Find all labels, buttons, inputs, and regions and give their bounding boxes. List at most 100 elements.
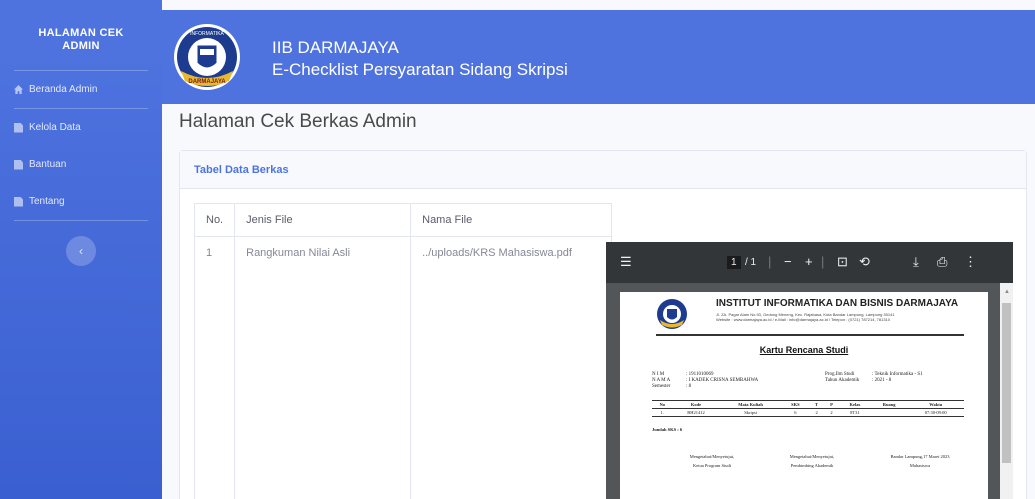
krs-col-p: P [824,400,839,409]
page-number-input[interactable]: 1 [727,256,741,269]
sidebar-item-label: Beranda Admin [29,84,98,95]
sidebar-item-beranda-admin[interactable]: Beranda Admin [0,71,162,108]
institution-logo [657,299,687,329]
sidebar: HALAMAN CEK ADMIN Beranda Admin Kelola D… [0,0,162,499]
krs-cell: 6 [781,408,809,417]
cell-no: 1 [193,236,236,499]
svg-text:INFORMATIKA: INFORMATIKA [190,31,224,37]
signature-caption: Mengetahui/Menyetujui, [689,454,735,459]
program-labels: Prog.Ilm Studi Tahun Akademik [825,372,859,384]
krs-cell: 8T31 [838,408,871,417]
pdf-toolbar: ☰ 1 / 1 | − + | ⊡ ⟲ ⤓ ⎙ ⋮ [606,242,1013,283]
krs-col-t: T [808,400,825,409]
column-header-no: No. [193,203,236,237]
krs-cell: 2 [808,408,825,417]
krs-cell: 2 [824,408,839,417]
file-icon [14,122,23,133]
semester-label: Semester [652,384,671,389]
table-row: 1 Rangkuman Nilai Asli ../uploads/KRS Ma… [193,236,613,499]
column-header-jenis-file: Jenis File [234,203,412,237]
tahun-label: Tahun Akademik [825,378,860,383]
zoom-in-icon[interactable]: + [805,254,813,269]
university-logo: INFORMATIKA DARMAJAYA [174,24,240,90]
svg-text:DARMAJAYA: DARMAJAYA [188,79,226,85]
signature-caption: Mengetahui/Menyetujui, [789,454,835,459]
sidebar-item-bantuan[interactable]: Bantuan [0,146,162,183]
topbar: INFORMATIKA DARMAJAYA IIB DARMAJAYA E-Ch… [162,10,1035,104]
app-title: IIB DARMAJAYA [272,38,399,57]
sidebar-item-label: Kelola Data [29,122,81,133]
student-values: : 1911010069 : I KADEK CRISNA SEMBAHWA :… [686,372,758,390]
institution-address: Jl. ZA. Pagar Alam No.93, Gedong Meneng,… [716,312,895,322]
sidebar-item-kelola-data[interactable]: Kelola Data [0,109,162,146]
file-icon [14,159,23,170]
pdf-page: INSTITUT INFORMATIKA DAN BISNIS DARMAJAY… [620,292,988,499]
rotate-icon[interactable]: ⟲ [859,254,870,270]
app-subtitle: E-Checklist Persyaratan Sidang Skripsi [272,60,568,79]
home-icon [14,84,23,95]
print-icon[interactable]: ⎙ [937,254,947,270]
signature-caption: Bandar Lampung,17 Maret 2023 [890,454,950,459]
signature-mahasiswa: Bandar Lampung,17 Maret 2023 Mahasiswa [872,452,968,470]
institution-contact-line: Website : www.darmajaya.ac.id / e-Mail :… [716,317,891,322]
sidebar-toggle-button[interactable]: ‹ [66,236,96,266]
krs-col-kode: Kode [672,400,720,409]
krs-table: No Kode Mata Kuliah SKS T P Kelas Ruang … [652,400,964,417]
file-icon [14,196,23,207]
signature-role: Ketua Program Studi [693,463,731,468]
semester-value: : 8 [686,384,692,389]
krs-cell: BH21412 [672,408,720,417]
signature-pembimbing: Mengetahui/Menyetujui, Pembimbing Akadem… [772,452,852,470]
signature-role: Mahasiswa [909,463,931,468]
krs-col-no: No [652,400,673,409]
page-total: / 1 [745,257,757,268]
separator-icon: | [821,254,825,269]
krs-cell: Skripsi [719,408,782,417]
krs-col-ruang: Ruang [870,400,908,409]
separator-icon: | [768,254,772,269]
krs-col-waktu: Waktu [907,400,964,409]
brand-line-1: HALAMAN CEK [38,27,124,39]
table-header-row: No. Jenis File Nama File [193,203,613,237]
sidebar-divider [14,220,148,221]
krs-cell: 1. [652,408,673,417]
krs-col-sks: SKS [781,400,809,409]
krs-cell [870,408,908,417]
sidebar-item-tentang[interactable]: Tentang [0,183,162,220]
chevron-left-icon: ‹ [79,244,83,258]
signature-kaprodi: Mengetahui/Menyetujui, Ketua Program Stu… [672,452,752,470]
cell-jenis-file: Rangkuman Nilai Asli [234,236,412,499]
institution-name: INSTITUT INFORMATIKA DAN BISNIS DARMAJAY… [716,298,959,309]
sidebar-brand[interactable]: HALAMAN CEK ADMIN [0,10,162,70]
pdf-scrollbar-thumb[interactable] [1002,303,1011,463]
brand-line-2: ADMIN [62,40,100,52]
tahun-value: : 2021 - 8 [872,378,892,383]
krs-col-mata-kuliah: Mata Kuliah [719,400,782,409]
krs-row: 1. BH21412 Skripsi 6 2 2 8T31 07:30-09:0… [652,408,964,417]
total-sks: Jumlah SKS : 6 [652,427,683,432]
sidebar-item-label: Bantuan [29,159,67,170]
download-icon[interactable]: ⤓ [913,254,919,270]
files-table: No. Jenis File Nama File 1 Rangkuman Nil… [193,203,613,499]
krs-cell: 07:30-09:00 [907,408,964,417]
cell-nama-file[interactable]: ../uploads/KRS Mahasiswa.pdf [410,236,613,499]
signature-role: Pembimbing Akademik [790,463,834,468]
menu-icon[interactable]: ☰ [620,254,632,270]
scroll-up-icon[interactable]: ▲ [1004,289,1010,295]
program-values: : Teknik Informatika - S1 : 2021 - 8 [872,372,923,384]
letterhead-divider [656,334,964,336]
student-labels: N I M N A M A Semester [652,372,670,390]
zoom-out-icon[interactable]: − [784,254,792,269]
column-header-nama-file: Nama File [410,203,613,237]
fit-page-icon[interactable]: ⊡ [837,254,848,270]
card-title: Tabel Data Berkas [180,151,1026,189]
data-card: Tabel Data Berkas No. Jenis File Nama Fi… [179,150,1027,499]
sidebar-item-label: Tentang [29,196,65,207]
nama-value: : I KADEK CRISNA SEMBAHWA [686,378,759,383]
pdf-viewer[interactable]: ☰ 1 / 1 | − + | ⊡ ⟲ ⤓ ⎙ ⋮ INSTITUT INFOR… [606,242,1013,499]
more-options-icon[interactable]: ⋮ [964,254,977,270]
page-title: Halaman Cek Berkas Admin [179,111,417,132]
krs-col-kelas: Kelas [838,400,871,409]
krs-header-row: No Kode Mata Kuliah SKS T P Kelas Ruang … [652,400,964,409]
document-title: Kartu Rencana Studi [759,345,849,355]
